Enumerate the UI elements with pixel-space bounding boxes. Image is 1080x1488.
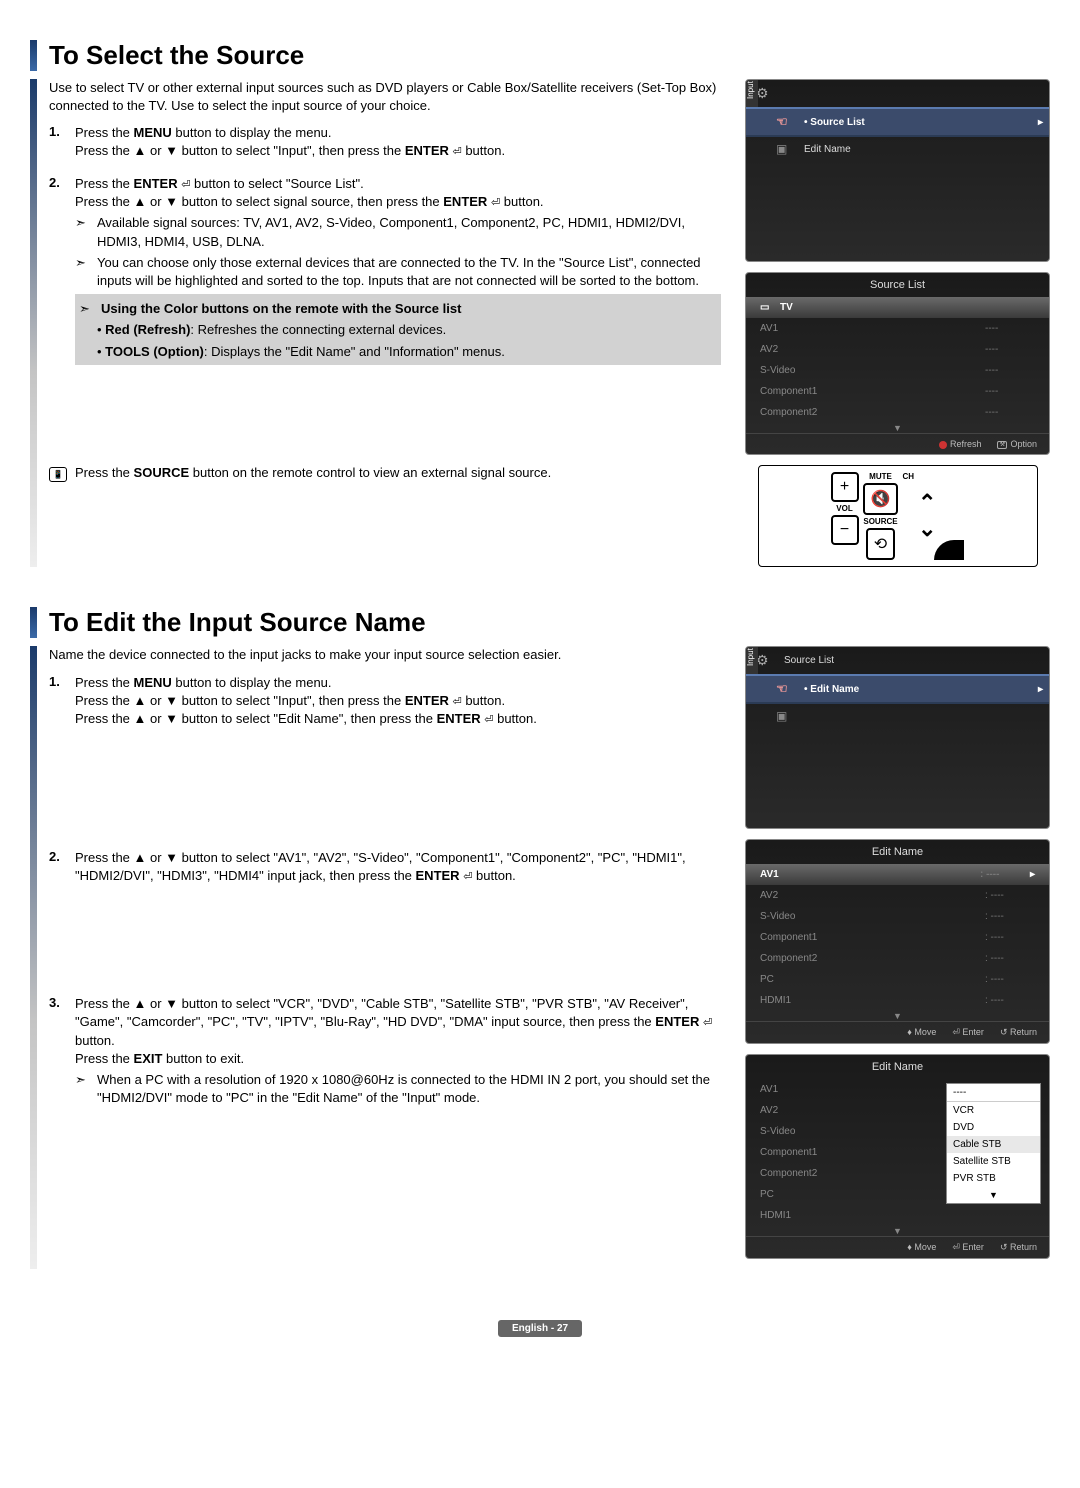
- dropdown-item[interactable]: VCR: [947, 1102, 1040, 1119]
- edit-row[interactable]: AV1: ----▸: [746, 864, 1049, 885]
- step-text: Press the ▲ or ▼ button to select "Input…: [75, 692, 721, 710]
- step-text: Press the ▲ or ▼ button to select "Edit …: [75, 710, 721, 728]
- osd-title: Edit Name: [746, 840, 1049, 864]
- bullet-text: When a PC with a resolution of 1920 x 10…: [97, 1071, 721, 1107]
- dropdown-item[interactable]: ----: [947, 1084, 1040, 1102]
- ch-up-button[interactable]: ⌃: [918, 497, 936, 509]
- edit-row[interactable]: PC: ----: [746, 969, 1049, 990]
- step-text: Press the ▲ or ▼ button to select "Input…: [75, 142, 721, 160]
- remote-note: Press the SOURCE button on the remote co…: [75, 465, 551, 480]
- page-footer: English - 27: [498, 1320, 582, 1337]
- menu-item[interactable]: • Edit Name: [804, 684, 1039, 695]
- bullet-arrow-icon: ➣: [75, 1071, 97, 1107]
- step-text: Press the MENU button to display the men…: [75, 124, 721, 142]
- mute-button[interactable]: 🔇: [863, 483, 899, 515]
- dropdown-item[interactable]: PVR STB: [947, 1170, 1040, 1187]
- source-row[interactable]: Component1----: [746, 381, 1049, 402]
- step-text: Press the ▲ or ▼ button to select "AV1",…: [75, 849, 721, 886]
- hand-icon: [776, 681, 796, 697]
- step-number: 2.: [49, 175, 75, 365]
- edit-row[interactable]: HDMI1: [746, 1205, 1049, 1226]
- step-number: 1.: [49, 124, 75, 161]
- vtab-input: Input: [746, 647, 758, 674]
- vtab-input: Input: [746, 80, 758, 107]
- dropdown-item[interactable]: Satellite STB: [947, 1153, 1040, 1170]
- ch-label: CH: [902, 472, 914, 481]
- bullet-arrow-icon: ➣: [79, 300, 101, 318]
- step-text: Press the MENU button to display the men…: [75, 674, 721, 692]
- pic-icon: [776, 709, 796, 723]
- vol-label: VOL: [836, 504, 852, 513]
- intro-select: Use to select TV or other external input…: [49, 79, 721, 114]
- osd-edit-name-dropdown: Edit Name AV1 AV2 S-Video Component1 Com…: [745, 1054, 1050, 1259]
- step-number: 3.: [49, 995, 75, 1107]
- gear-icon: [756, 652, 776, 669]
- enter-icon: ⏎: [491, 196, 500, 211]
- foot-enter: ⏎ Enter: [952, 1242, 984, 1253]
- foot-return: ↺ Return: [1000, 1027, 1037, 1038]
- vol-up-button[interactable]: +: [831, 472, 859, 502]
- enter-icon: ⏎: [453, 145, 462, 160]
- grey-note: • TOOLS (Option): Displays the "Edit Nam…: [79, 343, 717, 361]
- step-text: Press the ENTER ⏎ button to select "Sour…: [75, 175, 721, 193]
- bullet-text: You can choose only those external devic…: [97, 254, 721, 290]
- source-row[interactable]: Component2----: [746, 402, 1049, 423]
- source-label: SOURCE: [863, 517, 897, 526]
- osd-source-list: Source List TV AV1---- AV2---- S-Video--…: [745, 272, 1050, 455]
- foot-refresh[interactable]: Refresh: [939, 439, 982, 449]
- step-text: Press the ▲ or ▼ button to select "VCR",…: [75, 995, 721, 1050]
- gear-icon: [756, 85, 776, 102]
- foot-enter: ⏎ Enter: [952, 1027, 984, 1038]
- edit-row[interactable]: AV2: ----: [746, 885, 1049, 906]
- menu-item[interactable]: Edit Name: [804, 144, 1039, 155]
- intro-edit: Name the device connected to the input j…: [49, 646, 721, 664]
- mute-label: MUTE: [869, 472, 892, 481]
- step-number: 1.: [49, 674, 75, 729]
- osd-title: Source List: [746, 273, 1049, 297]
- edit-row[interactable]: Component1: ----: [746, 927, 1049, 948]
- osd-input-menu: Input • Source List▸ Edit Name: [745, 79, 1050, 262]
- dropdown-item[interactable]: DVD: [947, 1119, 1040, 1136]
- foot-option[interactable]: ⚒Option: [997, 439, 1037, 449]
- vol-down-button[interactable]: −: [831, 515, 859, 545]
- hand-icon: [776, 114, 796, 130]
- edit-row[interactable]: HDMI1: ----: [746, 990, 1049, 1011]
- bullet-text: Available signal sources: TV, AV1, AV2, …: [97, 214, 721, 250]
- heading-select-source: To Select the Source: [49, 40, 304, 71]
- bullet-text: Using the Color buttons on the remote wi…: [101, 300, 717, 318]
- edit-row[interactable]: Component2: ----: [746, 948, 1049, 969]
- source-row[interactable]: AV2----: [746, 339, 1049, 360]
- step-text: Press the ▲ or ▼ button to select signal…: [75, 193, 721, 211]
- heading-edit-name: To Edit the Input Source Name: [49, 607, 426, 638]
- foot-move: ♦ Move: [907, 1242, 936, 1253]
- source-row-tv[interactable]: TV: [746, 297, 1049, 318]
- foot-move: ♦ Move: [907, 1027, 936, 1038]
- tv-icon: [760, 302, 780, 313]
- source-button[interactable]: ⟲: [866, 528, 895, 560]
- grey-note: • Red (Refresh): Refreshes the connectin…: [79, 321, 717, 339]
- remote-diagram: + VOL − MUTE 🔇 SOURCE ⟲ CH ⌃ ⌄: [758, 465, 1038, 567]
- ch-down-button[interactable]: ⌄: [918, 523, 936, 535]
- edit-row[interactable]: S-Video: ----: [746, 906, 1049, 927]
- osd-title: Edit Name: [746, 1055, 1049, 1079]
- menu-item[interactable]: • Source List: [804, 117, 1039, 128]
- osd-edit-name-list: Edit Name AV1: ----▸ AV2: ---- S-Video: …: [745, 839, 1050, 1044]
- source-row[interactable]: S-Video----: [746, 360, 1049, 381]
- step-number: 2.: [49, 849, 75, 886]
- dropdown-item[interactable]: Cable STB: [947, 1136, 1040, 1153]
- foot-return: ↺ Return: [1000, 1242, 1037, 1253]
- menu-item[interactable]: Source List: [784, 655, 1039, 666]
- bullet-arrow-icon: ➣: [75, 214, 97, 250]
- osd-input-menu-edit: InputSource List • Edit Name▸: [745, 646, 1050, 829]
- bullet-arrow-icon: ➣: [75, 254, 97, 290]
- source-row[interactable]: AV1----: [746, 318, 1049, 339]
- pic-icon: [776, 142, 796, 156]
- step-text: Press the EXIT button to exit.: [75, 1050, 721, 1068]
- remote-icon: 📱: [49, 467, 67, 482]
- dropdown[interactable]: ---- VCR DVD Cable STB Satellite STB PVR…: [946, 1083, 1041, 1204]
